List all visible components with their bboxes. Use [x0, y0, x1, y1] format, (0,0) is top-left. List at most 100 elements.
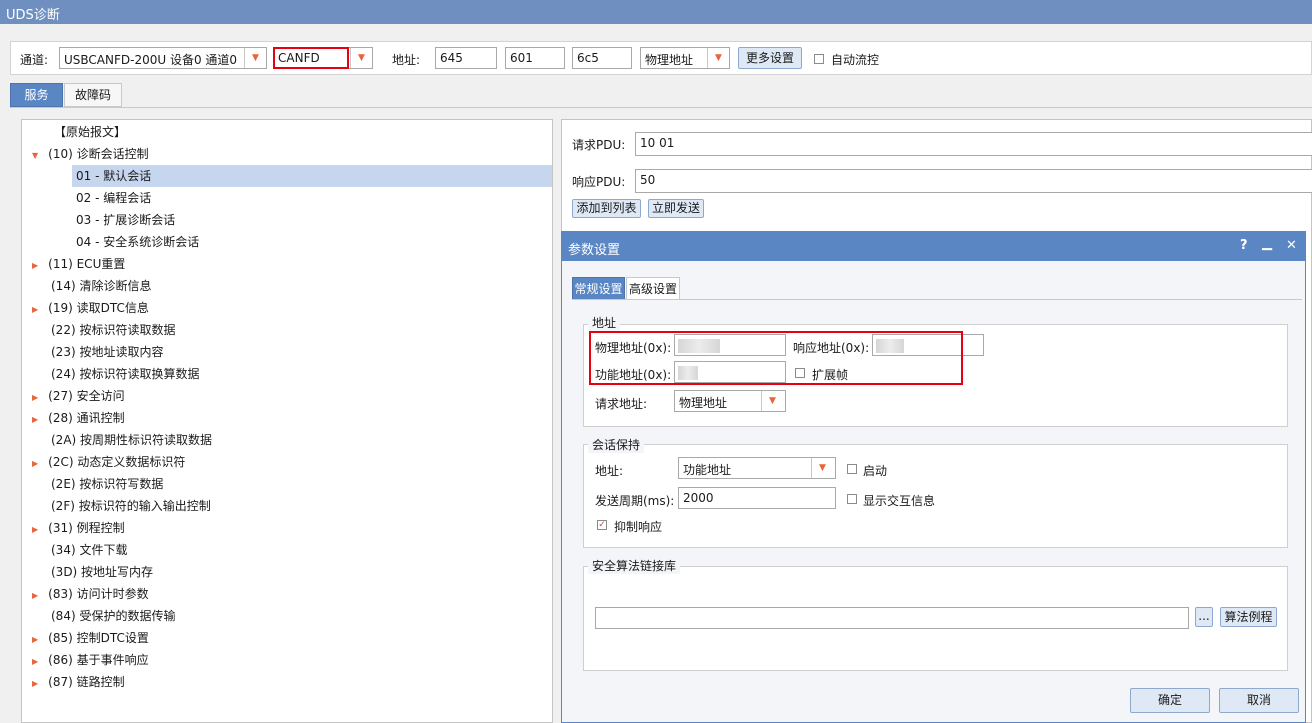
- tree-item[interactable]: (2F) 按标识符的输入输出控制: [51, 495, 211, 517]
- tree-item[interactable]: (34) 文件下载: [51, 539, 127, 561]
- tab-advanced-settings[interactable]: 高级设置: [626, 277, 680, 300]
- add-to-list-button[interactable]: 添加到列表: [572, 199, 641, 218]
- tree-item[interactable]: (2A) 按周期性标识符读取数据: [51, 429, 212, 451]
- channel-label: 通道:: [20, 53, 49, 67]
- service-tree[interactable]: 【原始报文】 ▼ (10) 诊断会话控制 01 - 默认会话 02 - 编程会话 …: [21, 119, 553, 723]
- tree-item[interactable]: ▶ (27) 安全访问: [32, 385, 125, 407]
- show-interaction-checkbox[interactable]: [847, 494, 857, 504]
- address-label: 地址:: [392, 53, 421, 67]
- device-select-value: USBCANFD-200U 设备0 通道0: [64, 53, 238, 67]
- tree-item[interactable]: ▼ (10) 诊断会话控制: [32, 143, 532, 165]
- tree-item-label: (84) 受保护的数据传输: [51, 609, 176, 623]
- tree-item[interactable]: ▶ (86) 基于事件响应: [32, 649, 149, 671]
- collapsed-arrow-icon[interactable]: ▶: [32, 261, 38, 270]
- tree-item-label: (83) 访问计时参数: [48, 587, 149, 601]
- tree-item[interactable]: (24) 按标识符读取换算数据: [51, 363, 199, 385]
- tab-services-label: 服务: [24, 88, 49, 102]
- address-input-2[interactable]: 601: [505, 47, 565, 69]
- tree-item-label: (14) 清除诊断信息: [51, 279, 152, 293]
- tree-item-label: (22) 按标识符读取数据: [51, 323, 176, 337]
- request-pdu-input[interactable]: 10 01: [635, 132, 1312, 156]
- collapsed-arrow-icon[interactable]: ▶: [32, 393, 38, 402]
- protocol-dropdown-icon[interactable]: ▼: [350, 48, 372, 68]
- send-period-input[interactable]: 2000: [678, 487, 836, 509]
- more-settings-button[interactable]: 更多设置: [738, 47, 802, 69]
- tab-services[interactable]: 服务: [10, 83, 63, 107]
- collapsed-arrow-icon[interactable]: ▶: [32, 657, 38, 666]
- collapsed-arrow-icon[interactable]: ▶: [32, 525, 38, 534]
- tree-item-label: (27) 安全访问: [48, 389, 125, 403]
- algorithm-example-button[interactable]: 算法例程: [1220, 607, 1277, 627]
- tree-root[interactable]: 【原始报文】: [54, 121, 126, 143]
- tree-item[interactable]: ▶ (85) 控制DTC设置: [32, 627, 149, 649]
- tree-item-label: 02 - 编程会话: [76, 191, 152, 205]
- tree-item-label: 03 - 扩展诊断会话: [76, 213, 176, 227]
- security-dll-path-input[interactable]: [595, 607, 1189, 629]
- enable-label: 启动: [863, 464, 888, 478]
- tree-item[interactable]: 04 - 安全系统诊断会话: [76, 231, 199, 253]
- tab-general-settings[interactable]: 常规设置: [572, 277, 625, 300]
- collapsed-arrow-icon[interactable]: ▶: [32, 305, 38, 314]
- tree-item[interactable]: (22) 按标识符读取数据: [51, 319, 175, 341]
- collapsed-arrow-icon[interactable]: ▶: [32, 459, 38, 468]
- session-address-dropdown-icon[interactable]: ▼: [811, 458, 833, 478]
- minimize-icon[interactable]: ▁: [1262, 236, 1272, 251]
- window-title-bar: UDS诊断: [0, 0, 1312, 24]
- tree-item-label: (3D) 按地址写内存: [51, 565, 154, 579]
- device-dropdown-icon[interactable]: ▼: [244, 48, 266, 68]
- tree-item-label: 01 - 默认会话: [76, 169, 152, 183]
- request-address-dropdown-icon[interactable]: ▼: [761, 391, 783, 411]
- tree-item[interactable]: ▶ (28) 通讯控制: [32, 407, 125, 429]
- algorithm-example-label: 算法例程: [1224, 610, 1273, 624]
- tree-item[interactable]: (23) 按地址读取内容: [51, 341, 163, 363]
- tree-item-label: (28) 通讯控制: [48, 411, 125, 425]
- browse-button[interactable]: ...: [1195, 607, 1213, 627]
- tree-item-selected[interactable]: 01 - 默认会话: [72, 165, 552, 187]
- show-interaction-label: 显示交互信息: [863, 494, 936, 508]
- highlight-box-addresses: [589, 331, 963, 385]
- close-icon[interactable]: ✕: [1286, 238, 1297, 253]
- tree-item[interactable]: ▶ (11) ECU重置: [32, 253, 125, 275]
- help-icon[interactable]: ?: [1240, 238, 1248, 253]
- tree-item[interactable]: 02 - 编程会话: [76, 187, 151, 209]
- enable-checkbox[interactable]: [847, 464, 857, 474]
- address-group-title: 地址: [588, 314, 621, 331]
- address-type-dropdown-icon[interactable]: ▼: [707, 48, 729, 68]
- collapsed-arrow-icon[interactable]: ▶: [32, 635, 38, 644]
- device-select[interactable]: USBCANFD-200U 设备0 通道0: [59, 47, 267, 69]
- auto-flow-checkbox[interactable]: [814, 54, 824, 64]
- tree-item[interactable]: ▶ (19) 读取DTC信息: [32, 297, 149, 319]
- tree-item[interactable]: (2E) 按标识符写数据: [51, 473, 163, 495]
- send-now-button[interactable]: 立即发送: [648, 199, 704, 218]
- tree-item-label: (19) 读取DTC信息: [48, 301, 149, 315]
- tree-item[interactable]: ▶ (83) 访问计时参数: [32, 583, 149, 605]
- tree-item[interactable]: ▶ (2C) 动态定义数据标识符: [32, 451, 185, 473]
- tree-item-label: (85) 控制DTC设置: [48, 631, 149, 645]
- response-pdu-label: 响应PDU:: [572, 175, 626, 189]
- tree-item[interactable]: 03 - 扩展诊断会话: [76, 209, 175, 231]
- address-input-3[interactable]: 6c5: [572, 47, 632, 69]
- tab-fault-codes[interactable]: 故障码: [64, 83, 122, 107]
- suppress-response-checkbox[interactable]: ✓: [597, 520, 607, 530]
- collapsed-arrow-icon[interactable]: ▶: [32, 591, 38, 600]
- tree-item[interactable]: (84) 受保护的数据传输: [51, 605, 175, 627]
- ok-button[interactable]: 确定: [1130, 688, 1210, 713]
- tree-item-label: (24) 按标识符读取换算数据: [51, 367, 200, 381]
- request-pdu-value: 10 01: [640, 136, 675, 150]
- auto-flow-label: 自动流控: [831, 53, 880, 67]
- cancel-button[interactable]: 取消: [1219, 688, 1299, 713]
- tree-item[interactable]: (3D) 按地址写内存: [51, 561, 153, 583]
- session-address-label: 地址:: [595, 464, 624, 478]
- collapsed-arrow-icon[interactable]: ▶: [32, 415, 38, 424]
- tree-item[interactable]: ▶ (87) 链路控制: [32, 671, 125, 693]
- tree-item-label: (31) 例程控制: [48, 521, 125, 535]
- response-pdu-input[interactable]: 50: [635, 169, 1312, 193]
- expanded-arrow-icon[interactable]: ▼: [32, 151, 38, 160]
- more-settings-label: 更多设置: [745, 51, 794, 65]
- address-input-1[interactable]: 645: [435, 47, 497, 69]
- tree-item-label: (87) 链路控制: [48, 675, 125, 689]
- window-title: UDS诊断: [6, 8, 60, 23]
- tree-item[interactable]: ▶ (31) 例程控制: [32, 517, 125, 539]
- tree-item[interactable]: (14) 清除诊断信息: [51, 275, 151, 297]
- collapsed-arrow-icon[interactable]: ▶: [32, 679, 38, 688]
